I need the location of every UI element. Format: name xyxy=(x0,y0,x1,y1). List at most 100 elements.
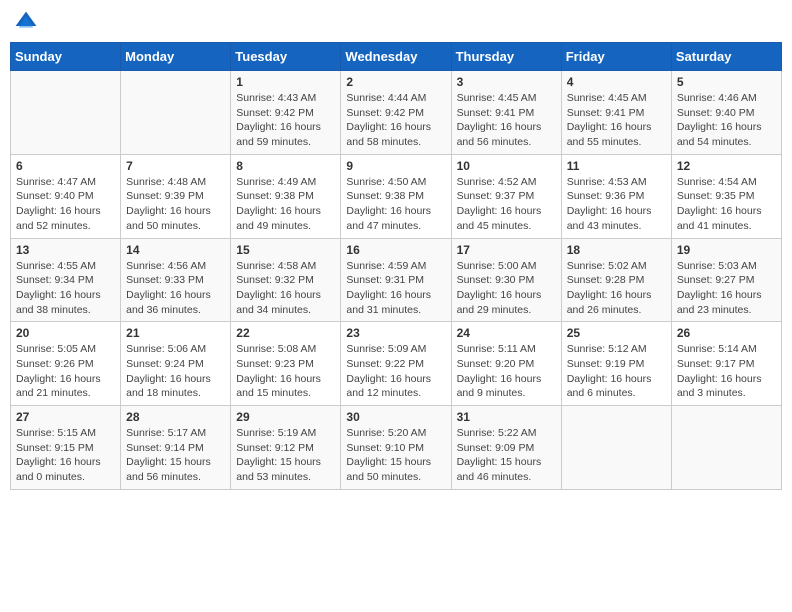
calendar-cell: 23 Sunrise: 5:09 AM Sunset: 9:22 PM Dayli… xyxy=(341,322,451,406)
day-info: Sunrise: 4:54 AM Sunset: 9:35 PM Dayligh… xyxy=(677,175,776,234)
day-info: Sunrise: 4:49 AM Sunset: 9:38 PM Dayligh… xyxy=(236,175,335,234)
calendar-cell: 5 Sunrise: 4:46 AM Sunset: 9:40 PM Daylig… xyxy=(671,71,781,155)
day-number: 26 xyxy=(677,326,776,340)
calendar-week-2: 6 Sunrise: 4:47 AM Sunset: 9:40 PM Daylig… xyxy=(11,154,782,238)
day-number: 28 xyxy=(126,410,225,424)
calendar-cell: 21 Sunrise: 5:06 AM Sunset: 9:24 PM Dayli… xyxy=(121,322,231,406)
calendar-cell: 12Sunrise: 4:54 AM Sunset: 9:35 PM Dayli… xyxy=(671,154,781,238)
day-number: 7 xyxy=(126,159,225,173)
calendar-cell: 29Sunrise: 5:19 AM Sunset: 9:12 PM Dayli… xyxy=(231,406,341,490)
day-info: Sunrise: 5:05 AM Sunset: 9:26 PM Dayligh… xyxy=(16,342,115,401)
calendar-cell: 25 Sunrise: 5:12 AM Sunset: 9:19 PM Dayli… xyxy=(561,322,671,406)
calendar-cell: 28 Sunrise: 5:17 AM Sunset: 9:14 PM Dayli… xyxy=(121,406,231,490)
calendar-week-4: 20 Sunrise: 5:05 AM Sunset: 9:26 PM Dayli… xyxy=(11,322,782,406)
day-info: Sunrise: 5:15 AM Sunset: 9:15 PM Dayligh… xyxy=(16,426,115,485)
day-number: 19 xyxy=(677,243,776,257)
day-info: Sunrise: 5:00 AM Sunset: 9:30 PM Dayligh… xyxy=(457,259,556,318)
day-number: 14 xyxy=(126,243,225,257)
day-number: 5 xyxy=(677,75,776,89)
day-number: 27 xyxy=(16,410,115,424)
day-info: Sunrise: 4:47 AM Sunset: 9:40 PM Dayligh… xyxy=(16,175,115,234)
day-number: 1 xyxy=(236,75,335,89)
calendar-cell: 22Sunrise: 5:08 AM Sunset: 9:23 PM Dayli… xyxy=(231,322,341,406)
calendar-cell: 27 Sunrise: 5:15 AM Sunset: 9:15 PM Dayli… xyxy=(11,406,121,490)
day-info: Sunrise: 4:56 AM Sunset: 9:33 PM Dayligh… xyxy=(126,259,225,318)
day-number: 8 xyxy=(236,159,335,173)
day-number: 6 xyxy=(16,159,115,173)
calendar-cell: 30 Sunrise: 5:20 AM Sunset: 9:10 PM Dayli… xyxy=(341,406,451,490)
day-number: 16 xyxy=(346,243,445,257)
column-header-tuesday: Tuesday xyxy=(231,43,341,71)
day-info: Sunrise: 5:06 AM Sunset: 9:24 PM Dayligh… xyxy=(126,342,225,401)
calendar-cell: 9 Sunrise: 4:50 AM Sunset: 9:38 PM Daylig… xyxy=(341,154,451,238)
calendar-week-5: 27 Sunrise: 5:15 AM Sunset: 9:15 PM Dayli… xyxy=(11,406,782,490)
day-number: 4 xyxy=(567,75,666,89)
day-info: Sunrise: 5:03 AM Sunset: 9:27 PM Dayligh… xyxy=(677,259,776,318)
day-info: Sunrise: 4:50 AM Sunset: 9:38 PM Dayligh… xyxy=(346,175,445,234)
calendar-cell: 14 Sunrise: 4:56 AM Sunset: 9:33 PM Dayli… xyxy=(121,238,231,322)
day-number: 18 xyxy=(567,243,666,257)
calendar-cell: 1 Sunrise: 4:43 AM Sunset: 9:42 PM Daylig… xyxy=(231,71,341,155)
day-info: Sunrise: 4:45 AM Sunset: 9:41 PM Dayligh… xyxy=(567,91,666,150)
column-header-thursday: Thursday xyxy=(451,43,561,71)
calendar-cell: 20 Sunrise: 5:05 AM Sunset: 9:26 PM Dayli… xyxy=(11,322,121,406)
calendar-week-3: 13Sunrise: 4:55 AM Sunset: 9:34 PM Dayli… xyxy=(11,238,782,322)
day-number: 23 xyxy=(346,326,445,340)
day-number: 13 xyxy=(16,243,115,257)
day-number: 24 xyxy=(457,326,556,340)
day-number: 21 xyxy=(126,326,225,340)
column-header-friday: Friday xyxy=(561,43,671,71)
calendar-cell xyxy=(121,71,231,155)
day-info: Sunrise: 4:52 AM Sunset: 9:37 PM Dayligh… xyxy=(457,175,556,234)
calendar-cell: 17 Sunrise: 5:00 AM Sunset: 9:30 PM Dayli… xyxy=(451,238,561,322)
day-info: Sunrise: 4:59 AM Sunset: 9:31 PM Dayligh… xyxy=(346,259,445,318)
day-number: 10 xyxy=(457,159,556,173)
day-info: Sunrise: 5:22 AM Sunset: 9:09 PM Dayligh… xyxy=(457,426,556,485)
calendar-cell: 19 Sunrise: 5:03 AM Sunset: 9:27 PM Dayli… xyxy=(671,238,781,322)
day-number: 9 xyxy=(346,159,445,173)
day-info: Sunrise: 5:08 AM Sunset: 9:23 PM Dayligh… xyxy=(236,342,335,401)
calendar-cell: 4 Sunrise: 4:45 AM Sunset: 9:41 PM Daylig… xyxy=(561,71,671,155)
calendar-cell: 31Sunrise: 5:22 AM Sunset: 9:09 PM Dayli… xyxy=(451,406,561,490)
calendar-cell: 18Sunrise: 5:02 AM Sunset: 9:28 PM Dayli… xyxy=(561,238,671,322)
calendar-cell: 16 Sunrise: 4:59 AM Sunset: 9:31 PM Dayli… xyxy=(341,238,451,322)
calendar-cell: 24Sunrise: 5:11 AM Sunset: 9:20 PM Dayli… xyxy=(451,322,561,406)
calendar-cell: 7Sunrise: 4:48 AM Sunset: 9:39 PM Daylig… xyxy=(121,154,231,238)
calendar-header-row: SundayMondayTuesdayWednesdayThursdayFrid… xyxy=(11,43,782,71)
day-number: 11 xyxy=(567,159,666,173)
calendar-cell: 2 Sunrise: 4:44 AM Sunset: 9:42 PM Daylig… xyxy=(341,71,451,155)
day-info: Sunrise: 4:44 AM Sunset: 9:42 PM Dayligh… xyxy=(346,91,445,150)
day-info: Sunrise: 5:14 AM Sunset: 9:17 PM Dayligh… xyxy=(677,342,776,401)
calendar-table: SundayMondayTuesdayWednesdayThursdayFrid… xyxy=(10,42,782,490)
logo xyxy=(14,10,42,34)
day-info: Sunrise: 5:17 AM Sunset: 9:14 PM Dayligh… xyxy=(126,426,225,485)
day-info: Sunrise: 5:20 AM Sunset: 9:10 PM Dayligh… xyxy=(346,426,445,485)
day-number: 2 xyxy=(346,75,445,89)
column-header-wednesday: Wednesday xyxy=(341,43,451,71)
day-info: Sunrise: 4:53 AM Sunset: 9:36 PM Dayligh… xyxy=(567,175,666,234)
calendar-cell: 15 Sunrise: 4:58 AM Sunset: 9:32 PM Dayli… xyxy=(231,238,341,322)
day-info: Sunrise: 5:09 AM Sunset: 9:22 PM Dayligh… xyxy=(346,342,445,401)
calendar-cell: 8 Sunrise: 4:49 AM Sunset: 9:38 PM Daylig… xyxy=(231,154,341,238)
day-info: Sunrise: 5:19 AM Sunset: 9:12 PM Dayligh… xyxy=(236,426,335,485)
calendar-cell: 26 Sunrise: 5:14 AM Sunset: 9:17 PM Dayli… xyxy=(671,322,781,406)
calendar-week-1: 1 Sunrise: 4:43 AM Sunset: 9:42 PM Daylig… xyxy=(11,71,782,155)
day-info: Sunrise: 4:45 AM Sunset: 9:41 PM Dayligh… xyxy=(457,91,556,150)
calendar-cell: 3 Sunrise: 4:45 AM Sunset: 9:41 PM Daylig… xyxy=(451,71,561,155)
day-number: 25 xyxy=(567,326,666,340)
day-number: 20 xyxy=(16,326,115,340)
day-number: 15 xyxy=(236,243,335,257)
logo-icon xyxy=(14,10,38,34)
day-number: 17 xyxy=(457,243,556,257)
day-info: Sunrise: 4:58 AM Sunset: 9:32 PM Dayligh… xyxy=(236,259,335,318)
calendar-cell: 10 Sunrise: 4:52 AM Sunset: 9:37 PM Dayli… xyxy=(451,154,561,238)
day-number: 30 xyxy=(346,410,445,424)
day-info: Sunrise: 5:12 AM Sunset: 9:19 PM Dayligh… xyxy=(567,342,666,401)
calendar-cell: 6 Sunrise: 4:47 AM Sunset: 9:40 PM Daylig… xyxy=(11,154,121,238)
day-info: Sunrise: 4:43 AM Sunset: 9:42 PM Dayligh… xyxy=(236,91,335,150)
column-header-sunday: Sunday xyxy=(11,43,121,71)
calendar-cell xyxy=(671,406,781,490)
column-header-monday: Monday xyxy=(121,43,231,71)
day-info: Sunrise: 4:46 AM Sunset: 9:40 PM Dayligh… xyxy=(677,91,776,150)
day-number: 3 xyxy=(457,75,556,89)
